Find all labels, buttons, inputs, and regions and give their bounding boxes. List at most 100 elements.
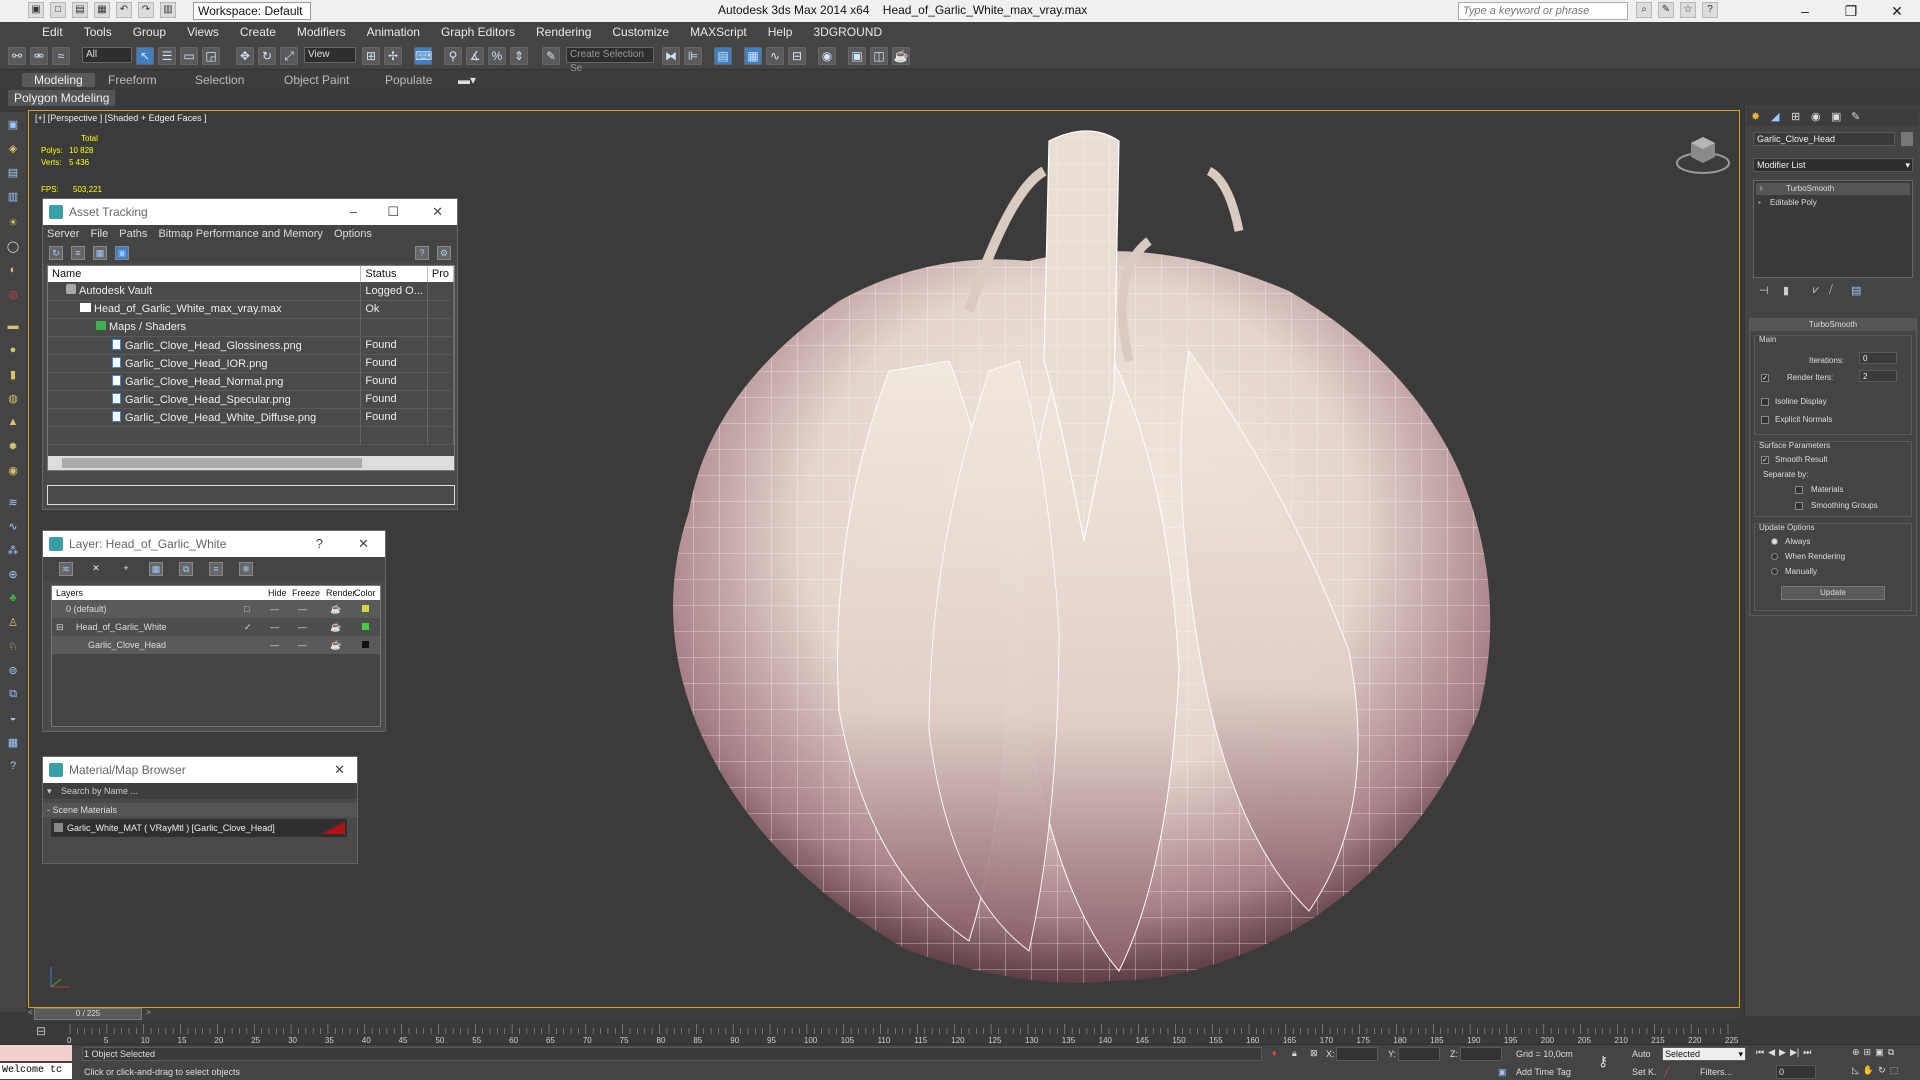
show-end-result-icon[interactable]: ▮ [1783, 284, 1789, 297]
menu-rendering[interactable]: Rendering [536, 25, 591, 39]
render-setup-icon[interactable]: ▣ [848, 47, 866, 65]
pin-stack-icon[interactable]: ⊣ [1759, 284, 1769, 297]
zoom-extents-all-icon[interactable]: ⧉ [1888, 1047, 1894, 1058]
layer-color-swatch[interactable] [362, 641, 369, 648]
snaps-toggle-icon[interactable]: ⚲ [444, 47, 462, 65]
material-search-input[interactable]: ▾ Search by Name ... [43, 783, 357, 799]
add-to-layer-icon[interactable]: + [119, 562, 133, 576]
iterations-spinner[interactable]: 0 [1859, 352, 1897, 364]
light-bulb-icon[interactable]: ♀ [1758, 183, 1764, 195]
angle-snap-icon[interactable]: ∡ [466, 47, 484, 65]
material-item[interactable]: Garlic_White_MAT ( VRayMtl ) [Garlic_Clo… [51, 819, 347, 837]
hierarchy-tab-icon[interactable]: ⊞ [1791, 110, 1800, 123]
geosphere-icon[interactable]: ◉ [5, 464, 21, 478]
pivot-icon[interactable]: ⊞ [362, 47, 380, 65]
ribbon-options-icon[interactable]: ▬▾ [458, 73, 476, 87]
select-object-icon[interactable]: ↖ [136, 47, 154, 65]
display-tab-icon[interactable]: ▣ [1831, 110, 1841, 123]
maximize-button[interactable]: ❐ [1828, 0, 1874, 22]
create-panel-icon[interactable]: ▣ [5, 118, 21, 132]
menu-edit[interactable]: Edit [42, 25, 63, 39]
select-layer-icon[interactable]: ▦ [149, 562, 163, 576]
maxscript-listener[interactable]: Welcome tc [0, 1063, 72, 1079]
table-row[interactable]: Garlic_Clove_Head_White_Diffuse.png Foun… [48, 408, 454, 427]
hide-all-icon[interactable]: ≡ [209, 562, 223, 576]
globe-icon[interactable]: ⊕ [5, 568, 21, 582]
modifier-list-dropdown[interactable]: Modifier List ▾ [1753, 158, 1913, 172]
column-status[interactable]: Status [360, 266, 428, 282]
rollout-title[interactable]: TurboSmooth [1750, 319, 1916, 331]
table-row[interactable]: Garlic_Clove_Head_Specular.png Found [48, 390, 454, 409]
close-icon[interactable]: ✕ [432, 199, 443, 225]
undo-icon[interactable]: ↶ [116, 2, 132, 18]
help-circle-icon[interactable]: ? [5, 760, 21, 774]
time-tag-icon[interactable]: ▣ [1498, 1067, 1507, 1078]
lock-selection-icon[interactable]: 🔒︎ [1292, 1048, 1297, 1059]
particle-icon[interactable]: ⁂ [5, 544, 21, 558]
star-icon[interactable]: ☆ [1680, 2, 1696, 18]
sphere-primitive-icon[interactable]: ● [5, 344, 21, 358]
close-button[interactable]: ✕ [1874, 0, 1920, 22]
tab-selection[interactable]: Selection [195, 73, 244, 87]
select-by-name-icon[interactable]: ☰ [158, 47, 176, 65]
absolute-mode-icon[interactable]: ⊠ [1310, 1048, 1318, 1059]
material-browser-titlebar[interactable]: Material/Map Browser ✕ [43, 757, 357, 783]
render-teapot-icon[interactable]: ☕ [330, 618, 341, 636]
checkmark-icon[interactable]: ✓ [244, 618, 252, 636]
utilities-tab-icon[interactable]: ✎ [1851, 110, 1860, 123]
menu-options[interactable]: Options [334, 228, 372, 240]
mirror-icon[interactable]: ⧓ [662, 47, 680, 65]
search-input[interactable]: Type a keyword or phrase [1458, 2, 1628, 20]
auto-key-button[interactable]: Auto [1632, 1049, 1651, 1059]
window-crossing-icon[interactable]: ◲ [202, 47, 220, 65]
close-icon[interactable]: ✕ [334, 757, 345, 783]
tab-modeling[interactable]: Modeling [22, 73, 95, 87]
mini-curve-editor-icon[interactable]: ⊟ [36, 1024, 54, 1040]
tab-object-paint[interactable]: Object Paint [284, 73, 349, 87]
highlight-layer-icon[interactable]: ⧉ [179, 562, 193, 576]
menu-paths[interactable]: Paths [119, 228, 147, 240]
garlic-model[interactable] [589, 111, 1589, 1008]
y-coordinate-field[interactable] [1398, 1047, 1440, 1061]
viewcube-icon[interactable] [1675, 129, 1731, 179]
cylinder-primitive-icon[interactable]: ▮ [5, 368, 21, 382]
edit-named-selection-icon[interactable]: ✎ [542, 47, 560, 65]
current-frame-field[interactable]: 0 [1776, 1065, 1816, 1079]
time-slider[interactable]: < 0 / 225 > [28, 1008, 1740, 1020]
previous-frame-icon[interactable]: ◀ [1768, 1047, 1775, 1058]
object-name-field[interactable]: Garlic_Clove_Head [1753, 132, 1895, 146]
set-key-button[interactable]: Set K. [1632, 1067, 1657, 1077]
spline-icon[interactable]: ∿ [5, 520, 21, 534]
horizontal-scrollbar[interactable] [48, 456, 454, 470]
menu-customize[interactable]: Customize [612, 25, 669, 39]
explicit-normals-checkbox[interactable] [1761, 416, 1769, 424]
render-icon[interactable]: ◎ [5, 288, 21, 302]
new-layer-icon[interactable]: ≋ [59, 562, 73, 576]
tab-freeform[interactable]: Freeform [108, 73, 157, 87]
next-frame-icon[interactable]: ▶| [1790, 1047, 1799, 1058]
go-to-start-icon[interactable]: ⏮ [1756, 1047, 1764, 1058]
set-key-icon[interactable]: ╱ [1664, 1067, 1669, 1078]
table-icon[interactable]: ▦ [93, 246, 107, 260]
layers-icon[interactable]: ⧉ [5, 688, 21, 702]
xref-icon[interactable]: ◒ [5, 712, 21, 726]
menu-group[interactable]: Group [133, 25, 166, 39]
x-coordinate-field[interactable] [1336, 1047, 1378, 1061]
sun-light-icon[interactable]: ✹ [5, 440, 21, 454]
light-icon[interactable]: ☀ [5, 216, 21, 230]
update-button[interactable]: Update [1781, 586, 1885, 600]
link-icon[interactable]: ⚯ [8, 47, 26, 65]
smoothing-groups-checkbox[interactable] [1795, 502, 1803, 510]
table-row[interactable]: Garlic_Clove_Head_Glossiness.png Found [48, 336, 454, 355]
layer-row[interactable]: 0 (default) □ — — ☕ [52, 600, 380, 618]
modify-tab-icon[interactable]: ◢ [1771, 110, 1779, 123]
expand-icon[interactable]: ▪ [1758, 197, 1761, 209]
redo-icon[interactable]: ↷ [138, 2, 154, 18]
shape-icon[interactable]: ◯ [5, 240, 21, 254]
isoline-display-checkbox[interactable] [1761, 398, 1769, 406]
add-time-tag[interactable]: Add Time Tag [1516, 1067, 1571, 1077]
table-row[interactable]: Autodesk Vault Logged O... [48, 282, 454, 301]
key-filter-dropdown[interactable]: Selected ▾ [1662, 1047, 1746, 1061]
scene-explorer-icon[interactable]: ▤ [5, 166, 21, 180]
prev-frame-icon[interactable]: < [28, 1008, 33, 1017]
